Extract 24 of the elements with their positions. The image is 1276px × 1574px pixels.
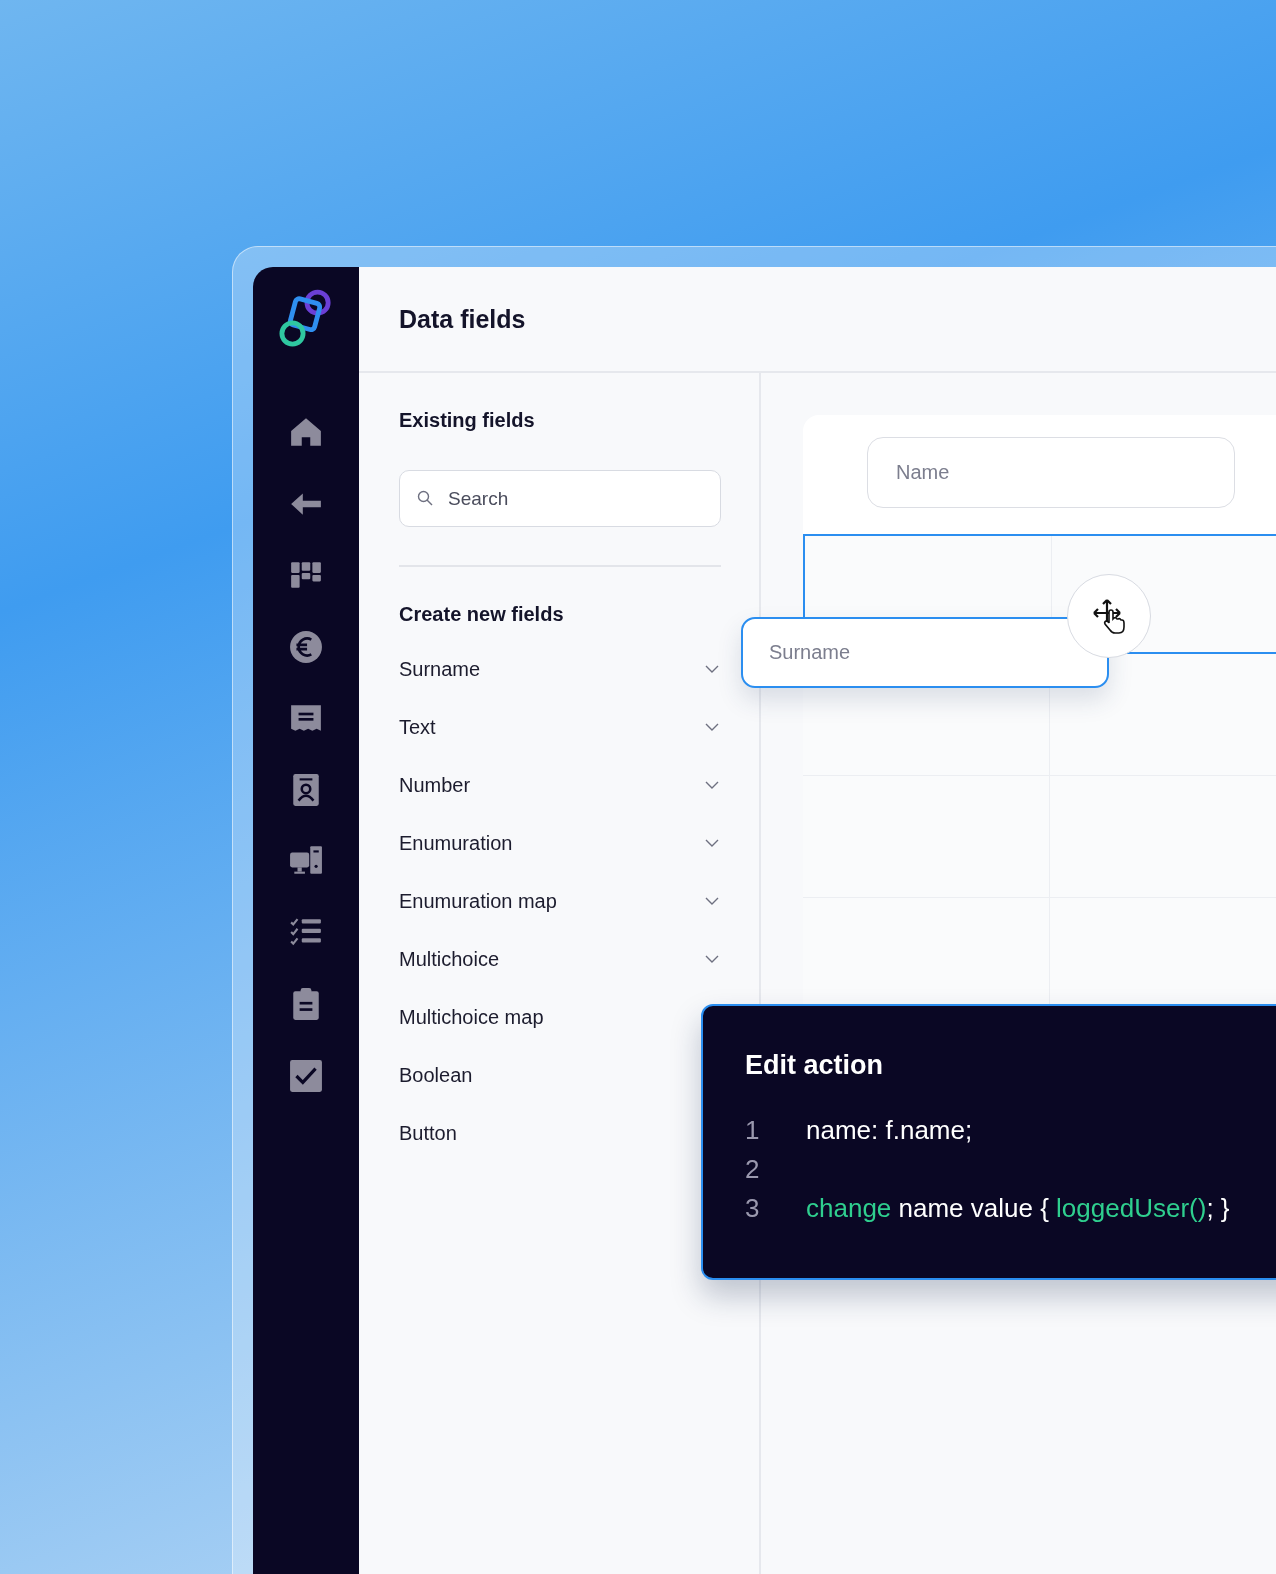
search-field[interactable]: Search	[399, 470, 721, 527]
field-type-item[interactable]: Enumuration	[399, 814, 721, 872]
search-icon	[417, 490, 433, 506]
line-number: 2	[745, 1154, 761, 1185]
line-number: 3	[745, 1193, 761, 1224]
page-title: Data fields	[399, 304, 526, 334]
field-type-item[interactable]: Surname	[399, 640, 721, 698]
field-type-item[interactable]: Button	[399, 1104, 459, 1162]
code-line: change name value { loggedUser(); }	[806, 1193, 1230, 1224]
euro-icon[interactable]	[289, 629, 323, 664]
name-field[interactable]: Name	[867, 437, 1235, 508]
line-number: 1	[745, 1115, 761, 1146]
dragged-field[interactable]: Surname	[741, 617, 1109, 688]
field-type-item[interactable]: Multichoice map	[399, 988, 546, 1046]
section-title: Create new fields	[399, 603, 565, 626]
section-title: Existing fields	[399, 409, 536, 432]
panel-title: Edit action	[745, 1050, 884, 1081]
field-type-item[interactable]: Multichoice	[399, 930, 721, 988]
code-line: name: f.name;	[806, 1115, 973, 1146]
field-type-item[interactable]: Text	[399, 698, 721, 756]
field-type-item[interactable]: Enumuration map	[399, 872, 721, 930]
field-type-item[interactable]: Number	[399, 756, 721, 814]
checkbox-icon[interactable]	[289, 1058, 323, 1093]
field-type-item[interactable]: Boolean	[399, 1046, 475, 1104]
